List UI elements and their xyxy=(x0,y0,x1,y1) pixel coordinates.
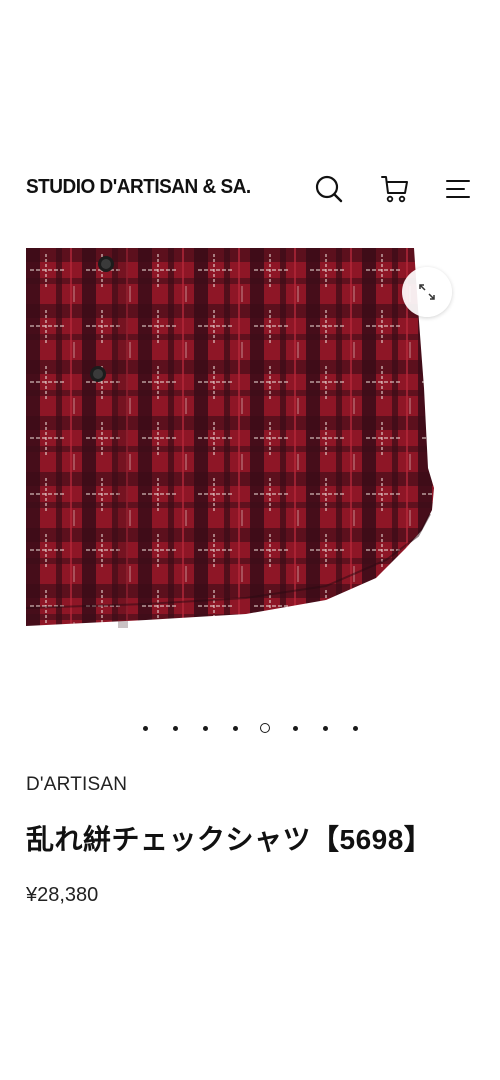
product-brand[interactable]: D'ARTISAN xyxy=(26,774,127,796)
product-title: 乱れ絣チェックシャツ【5698】 xyxy=(26,824,433,855)
carousel-dot[interactable] xyxy=(340,720,370,736)
cart-icon xyxy=(381,176,408,203)
menu-button[interactable] xyxy=(440,172,474,206)
expand-icon xyxy=(419,284,435,300)
search-button[interactable] xyxy=(312,172,346,206)
carousel-dot[interactable] xyxy=(160,720,190,736)
site-header: STUDIO D'ARTISAN & SA. xyxy=(0,160,500,220)
carousel-dot[interactable] xyxy=(220,720,250,736)
zoom-button[interactable] xyxy=(402,267,452,317)
menu-icon xyxy=(446,180,470,198)
carousel-dots xyxy=(0,720,500,736)
carousel-dot[interactable] xyxy=(130,720,160,736)
search-icon xyxy=(315,175,343,203)
carousel-dot[interactable] xyxy=(280,720,310,736)
carousel-dot[interactable] xyxy=(310,720,340,736)
carousel-dot[interactable] xyxy=(190,720,220,736)
cart-button[interactable] xyxy=(378,172,412,206)
product-price: ¥28,380 xyxy=(26,884,99,906)
carousel-dot-active[interactable] xyxy=(250,720,280,736)
brand-logo[interactable]: STUDIO D'ARTISAN & SA. xyxy=(26,176,251,199)
